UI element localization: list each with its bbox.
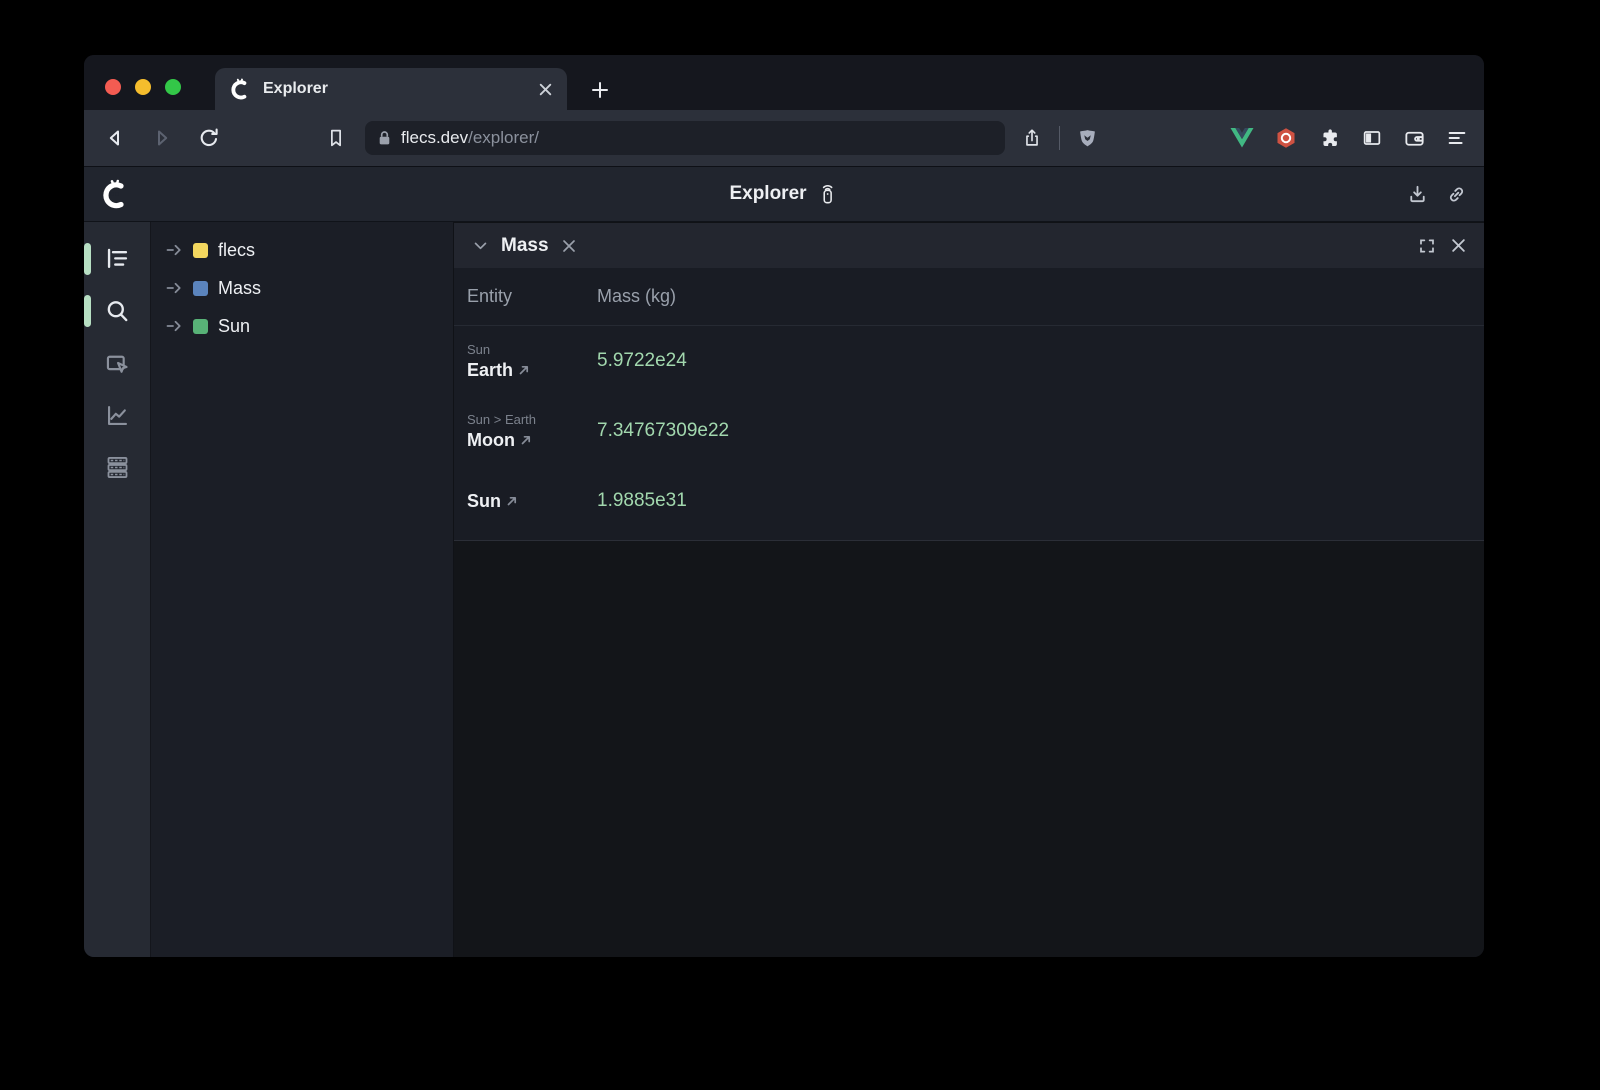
column-header-mass: Mass (kg) (597, 286, 676, 307)
content-area: flecs Mass Sun (84, 222, 1484, 957)
mass-value: 5.9722e24 (597, 350, 687, 372)
download-icon[interactable] (1406, 183, 1429, 206)
expand-arrow-icon[interactable] (166, 282, 183, 294)
zoom-window-button[interactable] (165, 79, 181, 95)
expand-arrow-icon[interactable] (166, 320, 183, 332)
sidebar-toggle-icon[interactable] (1361, 127, 1383, 149)
flecs-logo-icon[interactable] (100, 179, 130, 209)
brave-shield-icon[interactable] (1072, 123, 1102, 153)
menu-icon[interactable] (1446, 127, 1468, 149)
bookmark-icon[interactable] (321, 123, 351, 153)
tool-sidebar (84, 222, 150, 957)
entity-name-link[interactable]: Sun (467, 491, 501, 512)
browser-window: Explorer flecs.dev/explorer/ (84, 55, 1484, 957)
minimize-window-button[interactable] (135, 79, 151, 95)
browser-toolbar: flecs.dev/explorer/ (84, 110, 1484, 167)
wallet-icon[interactable] (1403, 127, 1426, 150)
tab-explorer[interactable]: Explorer (215, 68, 567, 110)
table-row: Sun > Earth Moon 7.34767309e22 (454, 396, 1484, 466)
url-path: /explorer/ (468, 128, 539, 147)
remote-connection-icon (817, 181, 839, 207)
goto-icon[interactable] (506, 495, 518, 507)
url-domain: flecs.dev (401, 128, 468, 147)
toolbar-divider (1059, 126, 1060, 150)
entity-tree-panel: flecs Mass Sun (150, 222, 453, 957)
reload-icon[interactable] (194, 123, 224, 153)
close-window-button[interactable] (105, 79, 121, 95)
sidebar-item-inspect[interactable] (84, 337, 150, 389)
goto-icon[interactable] (518, 364, 530, 376)
query-panel: Mass Entity Mass (kg) (453, 222, 1484, 957)
table-header-row: Entity Mass (kg) (454, 268, 1484, 326)
forward-icon[interactable] (147, 123, 177, 153)
panel-close-icon[interactable] (1451, 238, 1466, 253)
tab-close-icon[interactable] (538, 82, 553, 97)
table-row: Sun Earth 5.9722e24 (454, 326, 1484, 396)
tab-bar: Explorer (84, 55, 1484, 110)
entity-color-swatch (193, 243, 208, 258)
entity-color-swatch (193, 319, 208, 334)
tab-title: Explorer (263, 80, 538, 98)
tree-item-label: flecs (218, 240, 255, 261)
entity-name-link[interactable]: Earth (467, 360, 513, 381)
fullscreen-icon[interactable] (1418, 237, 1436, 255)
sidebar-item-chart[interactable] (84, 389, 150, 441)
tree-item-label: Mass (218, 278, 261, 299)
share-icon[interactable] (1017, 123, 1047, 153)
goto-icon[interactable] (520, 434, 532, 446)
query-title: Mass (501, 235, 549, 257)
expand-arrow-icon[interactable] (166, 244, 183, 256)
app-header: Explorer (84, 167, 1484, 222)
link-icon[interactable] (1445, 183, 1468, 206)
entity-name-link[interactable]: Moon (467, 430, 515, 451)
mass-value: 1.9885e31 (597, 490, 687, 512)
query-results-table: Entity Mass (kg) Sun Earth 5.9722e24 (454, 268, 1484, 541)
entity-color-swatch (193, 281, 208, 296)
page-title: Explorer (729, 183, 806, 205)
puzzle-extensions-icon[interactable] (1318, 127, 1341, 150)
entity-parent-path: Sun (467, 342, 597, 357)
url-bar[interactable]: flecs.dev/explorer/ (365, 121, 1005, 155)
tree-item-label: Sun (218, 316, 250, 337)
active-indicator (84, 295, 91, 327)
active-indicator (84, 243, 91, 275)
hexagon-extension-icon[interactable] (1274, 126, 1298, 150)
sidebar-item-search[interactable] (84, 285, 150, 337)
tree-item-sun[interactable]: Sun (151, 307, 453, 345)
tree-item-flecs[interactable]: flecs (151, 231, 453, 269)
flecs-favicon-icon (229, 78, 251, 100)
sidebar-item-rows[interactable] (84, 441, 150, 493)
back-icon[interactable] (100, 123, 130, 153)
query-panel-header: Mass (454, 222, 1484, 268)
mass-value: 7.34767309e22 (597, 420, 729, 442)
vue-devtools-icon[interactable] (1230, 127, 1254, 149)
chevron-down-icon[interactable] (472, 237, 489, 254)
column-header-entity: Entity (467, 286, 597, 307)
traffic-lights (105, 79, 181, 95)
table-row: Sun 1.9885e31 (454, 466, 1484, 536)
entity-parent-path: Sun > Earth (467, 412, 597, 427)
query-close-icon[interactable] (562, 239, 576, 253)
new-tab-button[interactable] (587, 77, 613, 103)
lock-icon (377, 130, 392, 146)
tree-item-mass[interactable]: Mass (151, 269, 453, 307)
sidebar-item-tree[interactable] (84, 233, 150, 285)
extension-icons (1230, 126, 1470, 150)
